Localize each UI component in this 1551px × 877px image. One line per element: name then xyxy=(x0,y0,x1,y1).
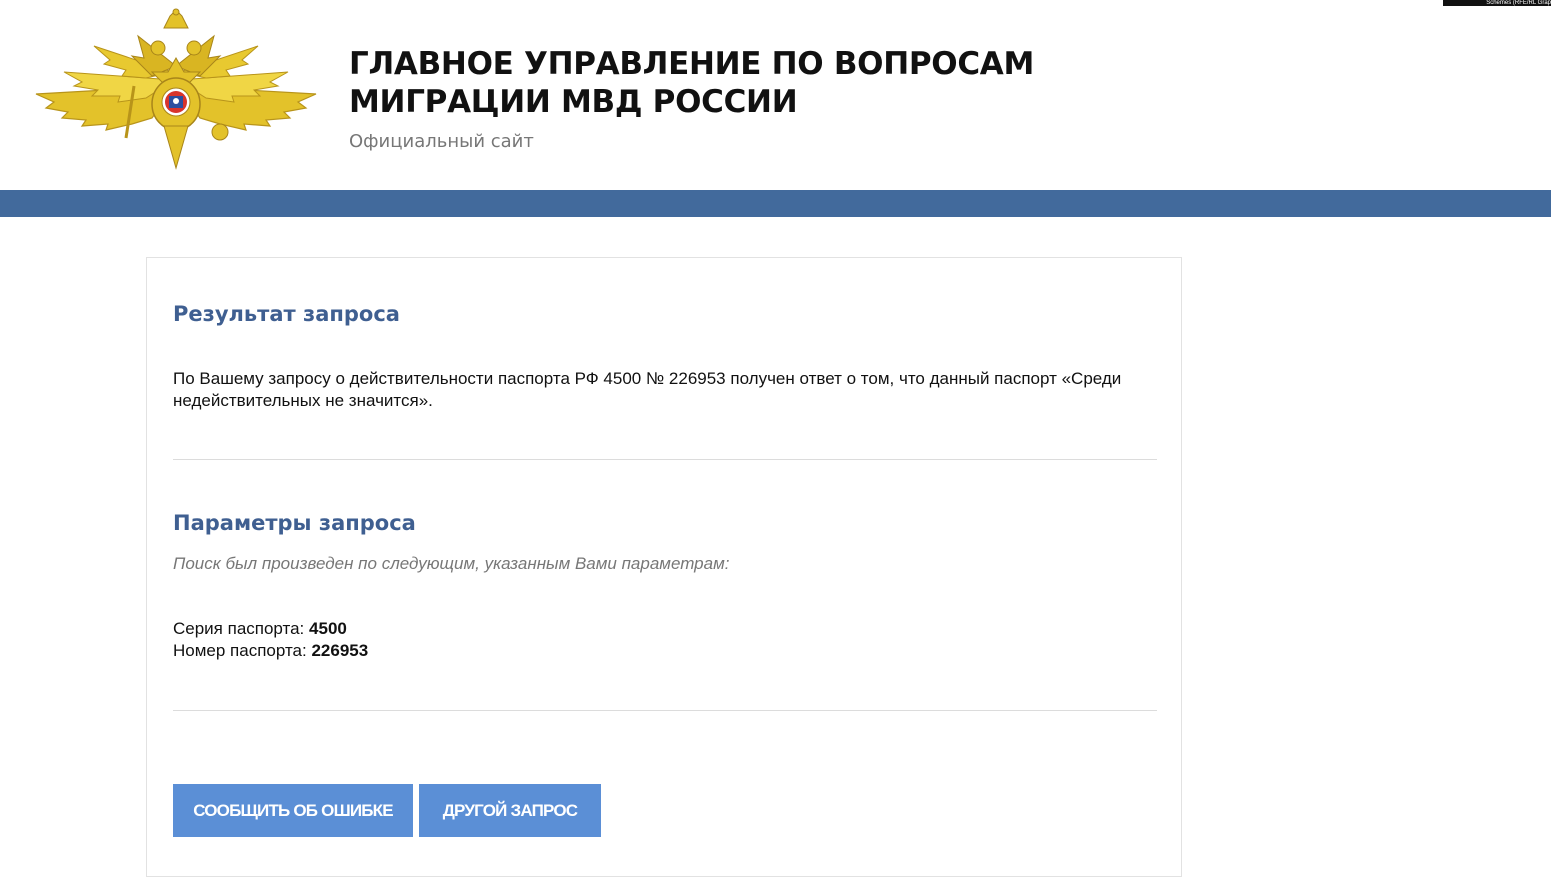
site-header: ГЛАВНОЕ УПРАВЛЕНИЕ ПО ВОПРОСАМ МИГРАЦИИ … xyxy=(0,0,1551,190)
params-note: Поиск был произведен по следующим, указа… xyxy=(173,554,730,573)
params-heading: Параметры запроса xyxy=(173,511,416,535)
report-error-button[interactable]: СООБЩИТЬ ОБ ОШИБКЕ xyxy=(173,784,413,837)
site-title-line-1: ГЛАВНОЕ УПРАВЛЕНИЕ ПО ВОПРОСАМ xyxy=(349,46,1035,82)
other-request-button[interactable]: ДРУГОЙ ЗАПРОС xyxy=(419,784,601,837)
result-message: По Вашему запросу о действительности пас… xyxy=(173,369,1122,410)
result-card: Результат запроса По Вашему запросу о де… xyxy=(146,257,1182,877)
section-divider xyxy=(173,710,1157,711)
mvd-emblem-icon xyxy=(35,8,317,170)
site-title: ГЛАВНОЕ УПРАВЛЕНИЕ ПО ВОПРОСАМ МИГРАЦИИ … xyxy=(349,45,1034,121)
passport-number-value: 226953 xyxy=(311,641,369,660)
section-divider xyxy=(173,459,1157,460)
site-subtitle: Официальный сайт xyxy=(349,131,534,152)
image-credit-watermark: Schemes (RFE/RL Grap xyxy=(1443,0,1551,6)
site-title-line-2: МИГРАЦИИ МВД РОССИИ xyxy=(349,84,798,120)
passport-series-row: Серия паспорта: 4500 xyxy=(173,618,347,640)
passport-series-value: 4500 xyxy=(309,619,347,638)
passport-number-row: Номер паспорта: 226953 xyxy=(173,640,368,662)
header-navigation-bar xyxy=(0,190,1551,217)
result-heading: Результат запроса xyxy=(173,302,400,326)
passport-number-label: Номер паспорта: xyxy=(173,641,307,660)
site-title-block: ГЛАВНОЕ УПРАВЛЕНИЕ ПО ВОПРОСАМ МИГРАЦИИ … xyxy=(349,45,1034,152)
passport-series-label: Серия паспорта: xyxy=(173,619,305,638)
